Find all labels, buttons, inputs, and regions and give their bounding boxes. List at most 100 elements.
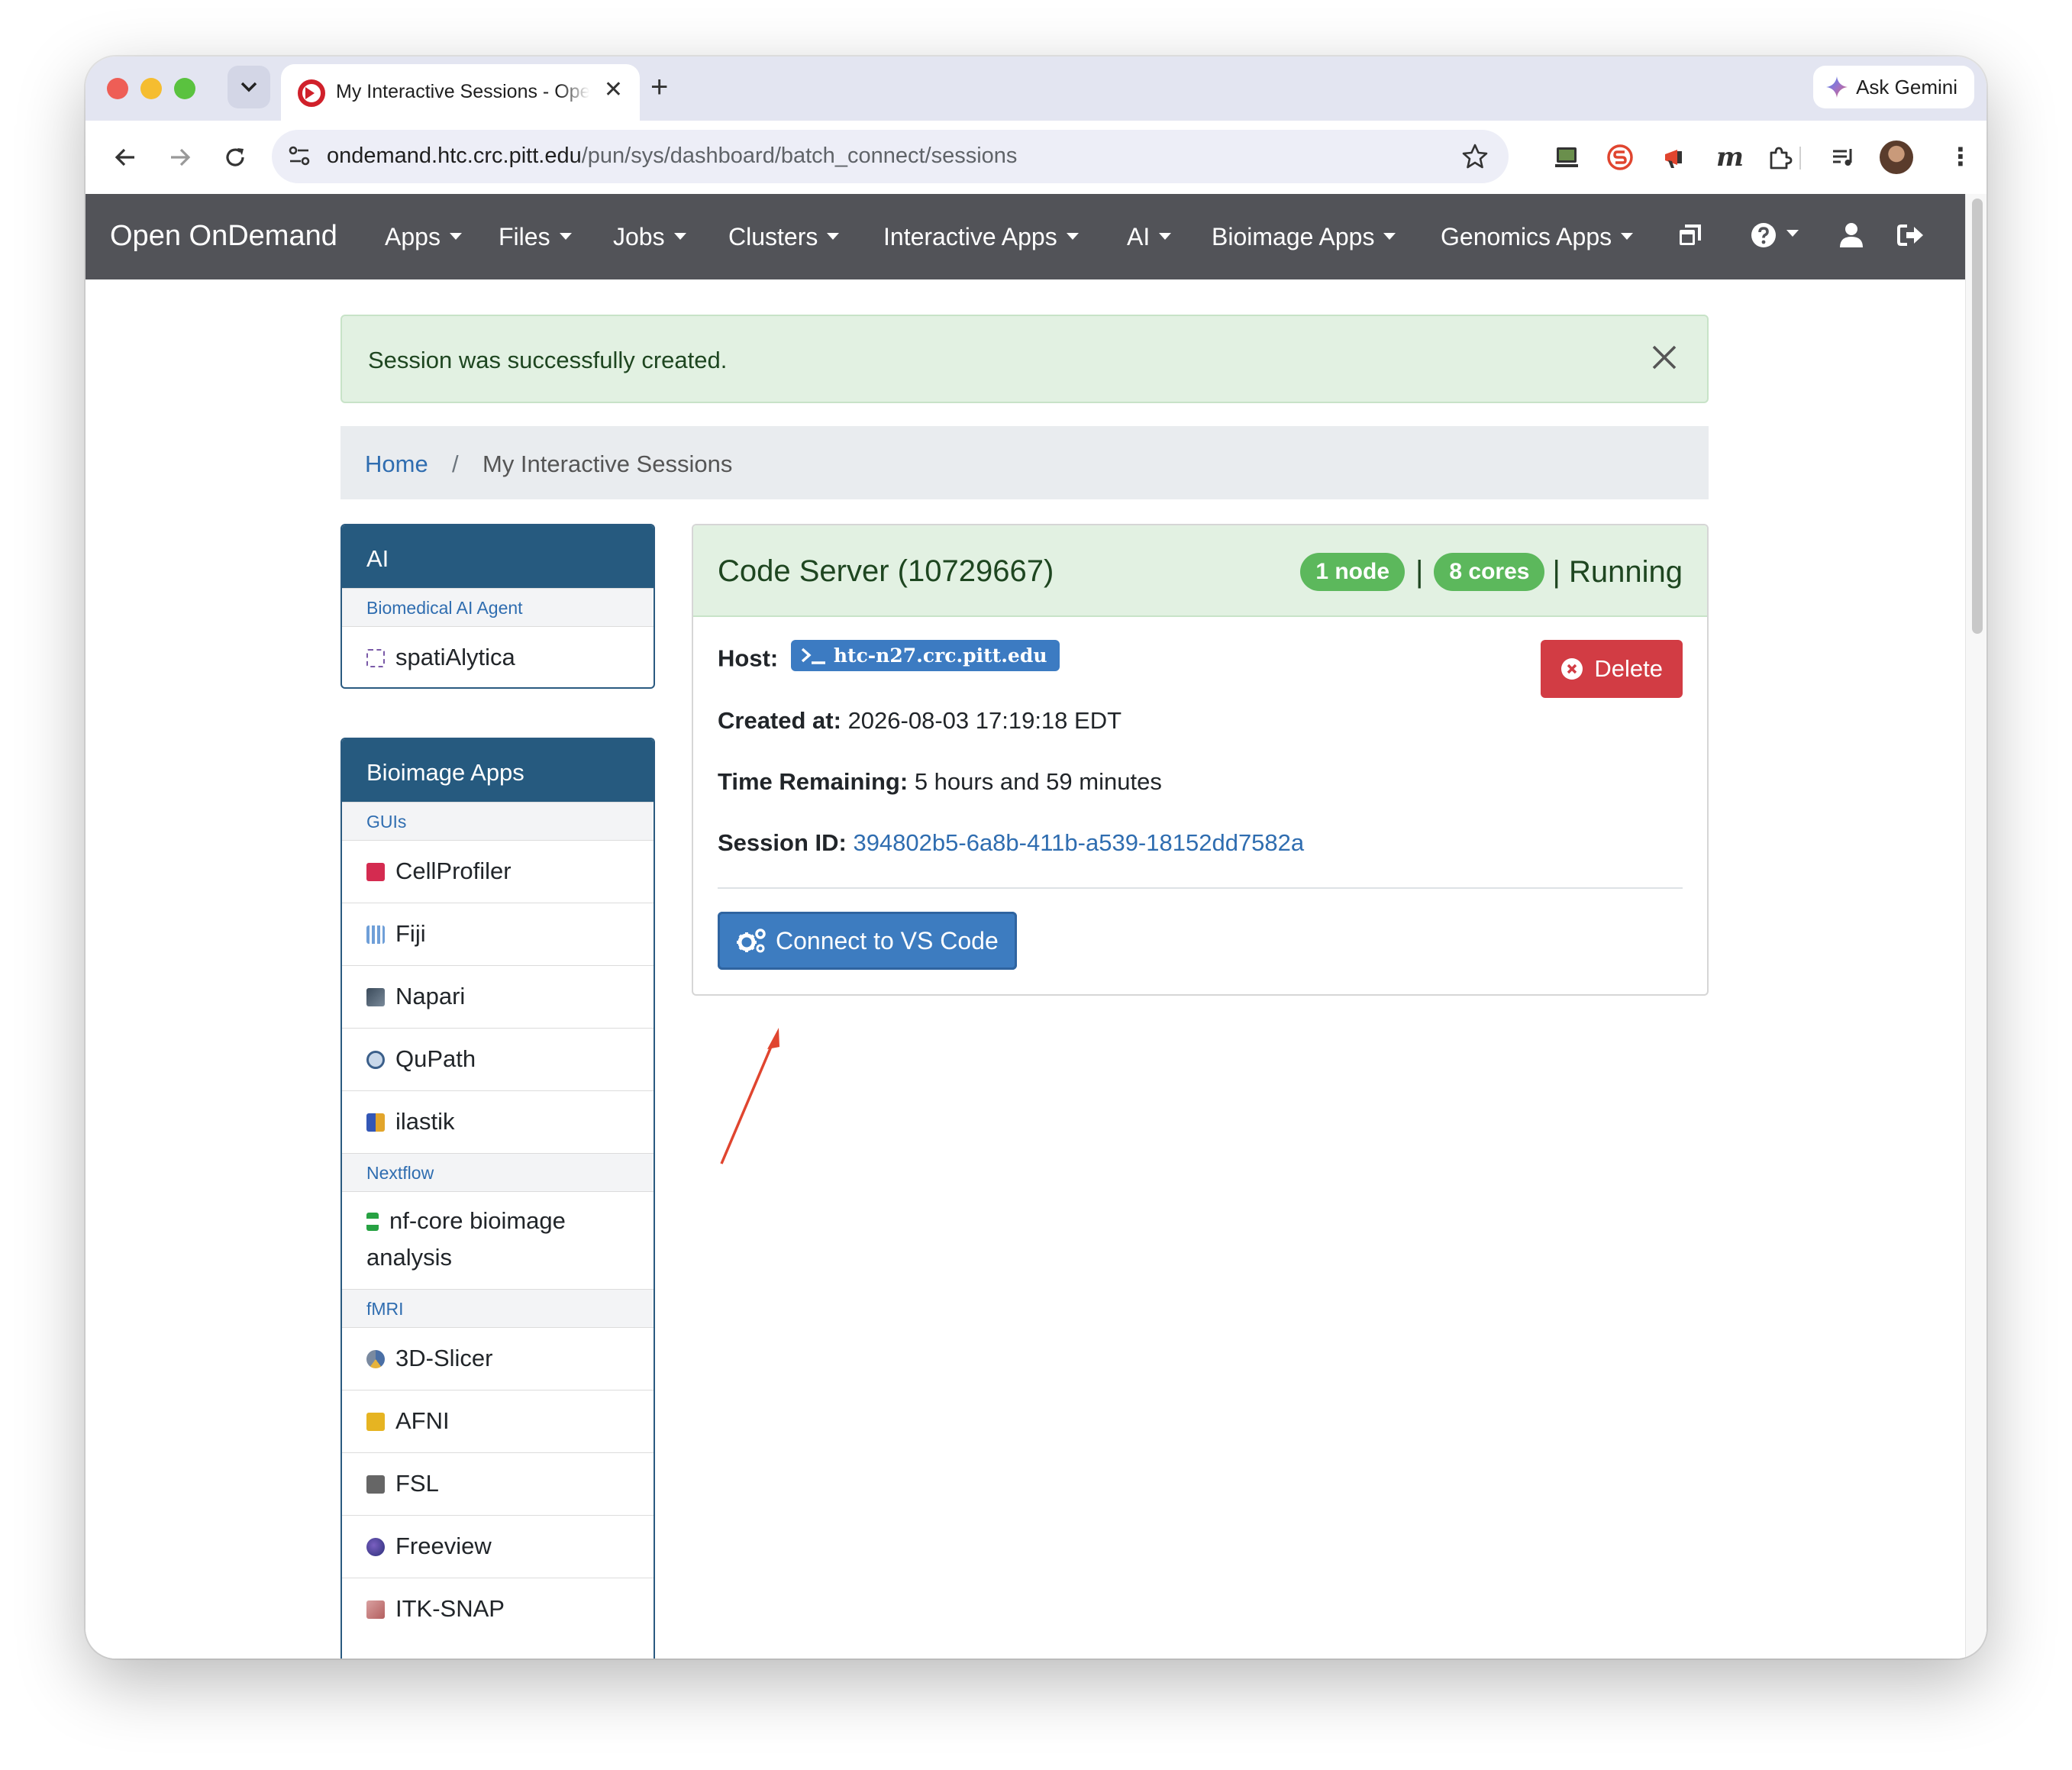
caret-down-icon — [1786, 229, 1799, 237]
cores-badge: 8 cores — [1434, 553, 1545, 591]
session-card: Code Server (10729667) 1 node | 8 cores … — [692, 524, 1709, 996]
session-status: 1 node | 8 cores | Running — [1300, 553, 1683, 591]
ask-gemini-button[interactable]: Ask Gemini — [1813, 66, 1974, 108]
bookmark-star-icon[interactable] — [1461, 143, 1489, 170]
sidebar-item-spatialytica[interactable]: spatiAlytica — [342, 626, 654, 687]
nav-logout-button[interactable] — [1896, 221, 1925, 249]
nav-bioimage-apps[interactable]: Bioimage Apps — [1212, 223, 1396, 251]
nav-files[interactable]: Files — [499, 223, 572, 251]
sidebar-item-ilastik[interactable]: ilastik — [342, 1090, 654, 1153]
sidebar-item-label: spatiAlytica — [395, 644, 515, 670]
nav-genomics-apps[interactable]: Genomics Apps — [1441, 223, 1634, 251]
window-restore-icon — [1680, 224, 1701, 245]
extensions-puzzle-icon[interactable] — [1765, 142, 1796, 173]
sidebar-item-label: Freeview — [395, 1533, 492, 1559]
panel-category: Nextflow — [342, 1153, 654, 1191]
cellprofiler-icon — [366, 863, 385, 881]
tab-search-button[interactable] — [228, 66, 270, 108]
nav-user-button[interactable] — [1838, 221, 1864, 249]
nav-sessions-button[interactable] — [1677, 221, 1704, 249]
nav-help-button[interactable] — [1750, 221, 1799, 249]
browser-menu-button[interactable]: ⋮ — [1948, 142, 1973, 171]
page-content: Open OnDemand Apps Files Jobs Clusters I… — [86, 194, 1986, 1659]
panel-category: Biomedical AI Agent — [342, 588, 654, 626]
breadcrumb-current: My Interactive Sessions — [482, 451, 733, 477]
sidebar-item-fsl[interactable]: FSL — [342, 1452, 654, 1515]
close-window-button[interactable] — [107, 78, 128, 99]
sidebar-item-itk-snap[interactable]: ITK-SNAP — [342, 1578, 654, 1640]
sidebar-item-label: ilastik — [395, 1108, 455, 1135]
panel-title: AI — [342, 525, 654, 588]
sidebar-item-label: QuPath — [395, 1045, 476, 1072]
ask-gemini-label: Ask Gemini — [1856, 75, 1957, 99]
caret-down-icon — [673, 233, 686, 241]
page-scrollbar[interactable] — [1965, 194, 1986, 1659]
forward-button[interactable] — [163, 141, 197, 174]
s-extension-icon[interactable] — [1605, 142, 1635, 173]
chevron-down-icon — [240, 82, 257, 92]
session-id-field: Session ID: 394802b5-6a8b-411b-a539-1815… — [718, 829, 1304, 857]
nf-core-icon — [366, 1213, 379, 1231]
sidebar-item-fiji[interactable]: Fiji — [342, 903, 654, 965]
sidebar-item-label: nf-core bioimage analysis — [366, 1207, 566, 1271]
megaphone-extension-icon[interactable] — [1661, 142, 1692, 173]
brand-link[interactable]: Open OnDemand — [110, 220, 337, 253]
caret-down-icon — [1159, 233, 1172, 241]
minimize-window-button[interactable] — [140, 78, 162, 99]
connect-vscode-button[interactable]: Connect to VS Code — [718, 912, 1017, 970]
nav-jobs[interactable]: Jobs — [613, 223, 686, 251]
site-settings-icon[interactable] — [286, 142, 313, 170]
caret-down-icon — [1383, 233, 1396, 241]
sidebar-item-label: ITK-SNAP — [395, 1595, 505, 1622]
nav-ai[interactable]: AI — [1127, 223, 1172, 251]
bioimage-apps-panel: Bioimage Apps GUIs CellProfiler Fiji Nap… — [340, 738, 655, 1659]
m-extension-icon[interactable]: m — [1715, 142, 1745, 173]
alert-message: Session was successfully created. — [368, 347, 728, 373]
nav-interactive-apps[interactable]: Interactive Apps — [883, 223, 1079, 251]
sidebar-item-afni[interactable]: AFNI — [342, 1390, 654, 1452]
terminal-extension-icon[interactable] — [1551, 142, 1582, 173]
nav-apps[interactable]: Apps — [385, 223, 462, 251]
url-host: ondemand.htc.crc.pitt.edu — [327, 144, 582, 168]
sidebar-item-nf-core-bioimage[interactable]: nf-core bioimage analysis — [342, 1191, 654, 1289]
ood-navbar: Open OnDemand Apps Files Jobs Clusters I… — [86, 194, 1965, 279]
new-tab-button[interactable]: + — [650, 70, 668, 105]
qupath-icon — [366, 1051, 385, 1069]
breadcrumb-home-link[interactable]: Home — [365, 451, 428, 478]
arrow-left-icon — [115, 148, 134, 166]
sidebar-item-cellprofiler[interactable]: CellProfiler — [342, 840, 654, 903]
back-button[interactable] — [108, 141, 142, 174]
session-id-link[interactable]: 394802b5-6a8b-411b-a539-18152dd7582a — [853, 829, 1304, 856]
address-bar[interactable]: ondemand.htc.crc.pitt.edu/pun/sys/dashbo… — [272, 130, 1509, 183]
3d-slicer-icon — [366, 1350, 385, 1368]
profile-avatar[interactable] — [1880, 141, 1913, 174]
session-card-header: Code Server (10729667) 1 node | 8 cores … — [693, 525, 1707, 617]
nav-interactive-apps-label: Interactive Apps — [883, 223, 1057, 250]
cogs-icon — [737, 929, 766, 953]
sign-out-icon — [1897, 224, 1923, 246]
scrollbar-thumb[interactable] — [1972, 199, 1983, 634]
nav-apps-label: Apps — [385, 223, 441, 250]
itk-snap-icon — [366, 1600, 385, 1619]
sidebar-item-napari[interactable]: Napari — [342, 965, 654, 1028]
sidebar-item-3d-slicer[interactable]: 3D-Slicer — [342, 1327, 654, 1390]
host-ssh-link[interactable]: htc-n27.crc.pitt.edu — [790, 640, 1060, 671]
panel-category: GUIs — [342, 802, 654, 840]
browser-window: My Interactive Sessions - Open OnDemand … — [86, 57, 1986, 1659]
nav-clusters[interactable]: Clusters — [728, 223, 840, 251]
browser-toolbar: ondemand.htc.crc.pitt.edu/pun/sys/dashbo… — [86, 121, 1986, 194]
status-text: | Running — [1552, 554, 1683, 589]
reload-button[interactable] — [218, 141, 252, 174]
sidebar-item-qupath[interactable]: QuPath — [342, 1028, 654, 1090]
caret-down-icon — [827, 233, 840, 241]
delete-button[interactable]: Delete — [1541, 640, 1683, 698]
tab-close-button[interactable]: ✕ — [604, 76, 623, 103]
sidebar-item-label: Fiji — [395, 920, 426, 947]
active-tab[interactable]: My Interactive Sessions - Open OnDemand … — [281, 64, 640, 122]
maximize-window-button[interactable] — [174, 78, 195, 99]
session-id-label: Session ID: — [718, 829, 847, 856]
close-icon[interactable] — [1649, 342, 1680, 373]
sidebar-item-freeview[interactable]: Freeview — [342, 1515, 654, 1578]
media-controls-icon[interactable] — [1828, 142, 1858, 173]
reload-icon — [226, 148, 244, 166]
